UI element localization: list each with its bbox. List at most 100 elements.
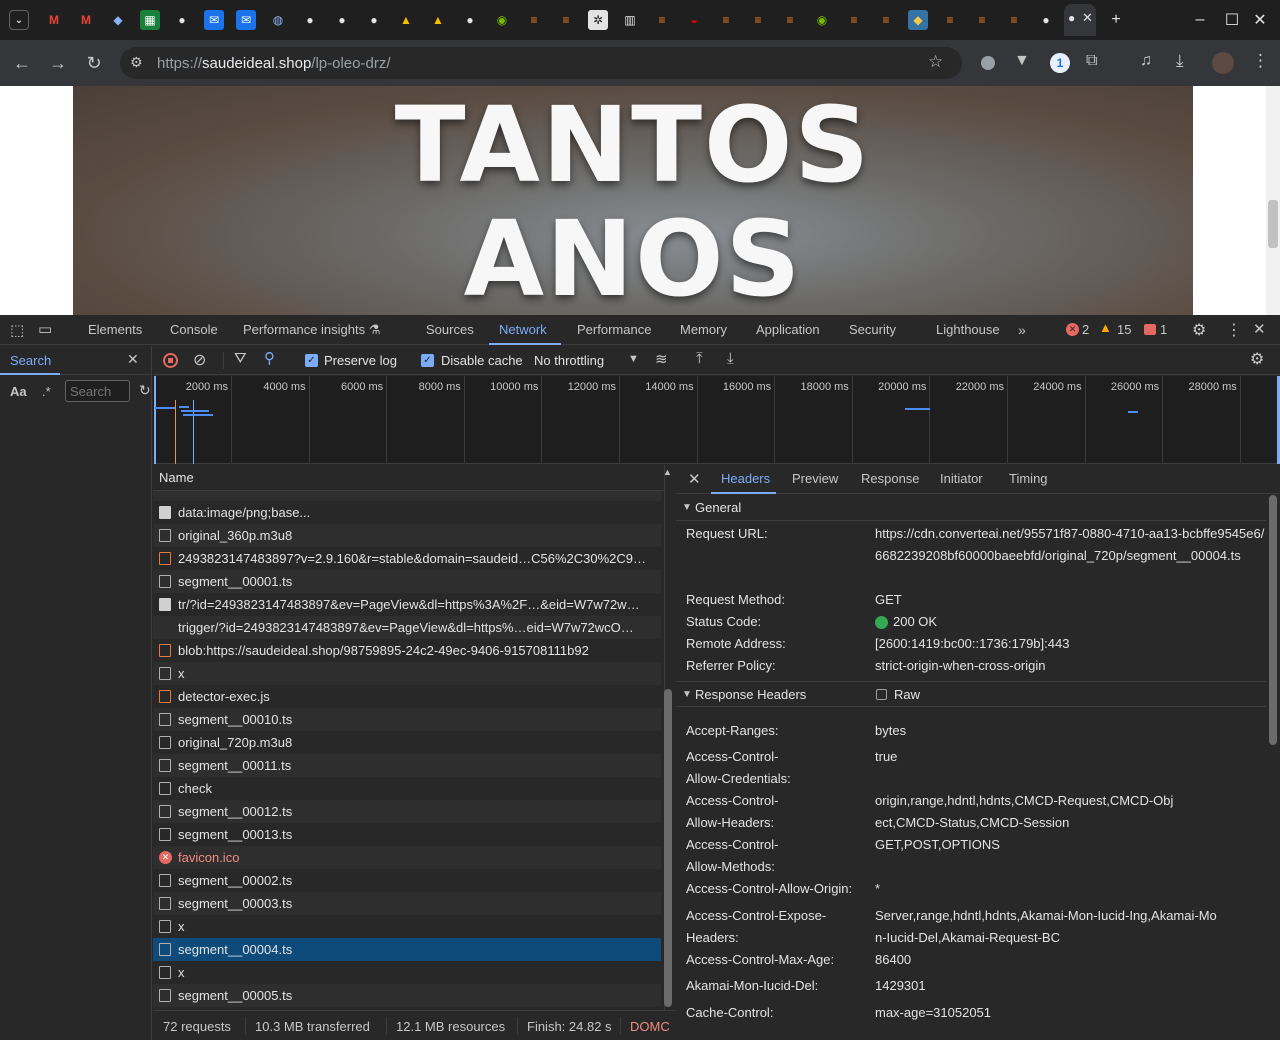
general-section-header[interactable]: ▼ General (676, 495, 1266, 521)
details-tab-timing[interactable]: Timing (1009, 471, 1048, 486)
throttling-select[interactable]: No throttling (534, 353, 604, 368)
chevron-down-icon[interactable]: ▼ (628, 353, 639, 365)
network-settings-icon[interactable]: ⚙ (1250, 349, 1264, 369)
request-row[interactable]: trigger/?id=2493823147483897&ev=PageView… (153, 616, 661, 639)
python-icon[interactable]: ◆ (908, 10, 928, 30)
stackoverflow-icon[interactable]: ≡ (652, 10, 672, 30)
clear-icon[interactable]: ⊘ (193, 350, 206, 370)
disable-cache-checkbox[interactable]: ✓ (421, 354, 434, 367)
reload-button[interactable]: ↻ (82, 51, 106, 75)
close-devtools-icon[interactable]: ✕ (1253, 320, 1266, 338)
browser-menu-icon[interactable]: ⋮ (1252, 51, 1269, 71)
network-conditions-icon[interactable]: ≋ (655, 350, 668, 368)
filter-icon[interactable]: ⛛ (234, 350, 247, 367)
password-manager-icon[interactable]: 1 (1050, 53, 1070, 73)
request-row[interactable]: segment__00010.ts (153, 708, 661, 731)
stackoverflow-icon[interactable]: ≡ (1004, 10, 1024, 30)
devtools-tab-lighthouse[interactable]: Lighthouse (936, 322, 1000, 337)
issues-count[interactable]: 1 (1160, 322, 1167, 337)
stackoverflow-icon[interactable]: ≡ (556, 10, 576, 30)
import-har-icon[interactable]: ⤒ (696, 350, 703, 367)
details-tab-preview[interactable]: Preview (792, 471, 838, 486)
close-window-button[interactable]: ✕ (1248, 8, 1272, 32)
github-icon[interactable]: ● (1036, 10, 1056, 30)
request-row[interactable]: segment__00005.ts (153, 984, 661, 1007)
request-row[interactable]: x (153, 662, 661, 685)
devtools-menu-icon[interactable]: ⋮ (1226, 320, 1242, 340)
gmail-icon[interactable]: M (76, 10, 96, 30)
disable-cache-label[interactable]: Disable cache (441, 353, 523, 368)
search-tab-label[interactable]: Search (10, 353, 51, 368)
tab-search-button[interactable]: ⌄ (9, 10, 29, 30)
response-headers-section-header[interactable]: ▼ Response Headers Raw (676, 681, 1266, 707)
active-tab[interactable]: ● ✕ (1064, 4, 1096, 36)
request-row[interactable]: x (153, 915, 661, 938)
warning-count[interactable]: 15 (1117, 322, 1131, 337)
raw-label[interactable]: Raw (894, 682, 920, 708)
page-scrollbar-thumb[interactable] (1268, 200, 1278, 248)
preserve-log-label[interactable]: Preserve log (324, 353, 397, 368)
request-row[interactable]: x (153, 961, 661, 984)
close-details-icon[interactable]: ✕ (688, 470, 701, 488)
profile-avatar[interactable] (1212, 52, 1234, 74)
stackoverflow-icon[interactable]: ≡ (844, 10, 864, 30)
chat-icon[interactable]: ✉ (236, 10, 256, 30)
request-row[interactable]: check (153, 777, 661, 800)
github-icon[interactable]: ● (172, 10, 192, 30)
sheets-icon[interactable]: ▦ (140, 10, 160, 30)
back-button[interactable]: ← (10, 51, 34, 75)
site-info-icon[interactable]: ⚙ (130, 54, 143, 71)
drive-icon[interactable]: ▲ (396, 10, 416, 30)
nvidia-icon[interactable]: ◉ (812, 10, 832, 30)
settings-gear-icon[interactable]: ⚙ (1192, 320, 1206, 340)
forward-button[interactable]: → (46, 51, 70, 75)
export-har-icon[interactable]: ⤓ (727, 350, 734, 367)
stackoverflow-icon[interactable]: ≡ (972, 10, 992, 30)
book-icon[interactable]: ▥ (620, 10, 640, 30)
request-row[interactable]: ✕ favicon.ico (153, 846, 661, 869)
network-overview-timeline[interactable]: 2000 ms 4000 ms 6000 ms 8000 ms 10000 ms 1200… (153, 376, 1280, 464)
bookmark-star-icon[interactable]: ☆ (928, 52, 943, 72)
stackoverflow-icon[interactable]: ≡ (940, 10, 960, 30)
refresh-search-icon[interactable]: ↻ (139, 382, 151, 399)
devtools-tab-elements[interactable]: Elements (88, 322, 142, 337)
maximize-button[interactable]: ☐ (1220, 8, 1244, 32)
close-search-icon[interactable]: ✕ (127, 351, 139, 368)
github-icon[interactable]: ● (460, 10, 480, 30)
devtools-tab-memory[interactable]: Memory (680, 322, 727, 337)
media-controls-icon[interactable]: ♫ (1140, 52, 1152, 70)
devtools-tab-sources[interactable]: Sources (426, 322, 474, 337)
github-icon[interactable]: ● (332, 10, 352, 30)
request-row[interactable]: tr/?id=2493823147483897&ev=PageView&dl=h… (153, 593, 661, 616)
redhat-icon[interactable]: ◒ (684, 10, 704, 30)
database-icon[interactable]: ◍ (268, 10, 288, 30)
hero-video[interactable]: TANTOS ANOS (73, 86, 1193, 315)
stackoverflow-icon[interactable]: ≡ (716, 10, 736, 30)
preserve-log-checkbox[interactable]: ✓ (305, 354, 318, 367)
request-row[interactable]: segment__00002.ts (153, 869, 661, 892)
search-network-icon[interactable]: ⚲ (264, 349, 275, 367)
drive-icon[interactable]: ▲ (428, 10, 448, 30)
error-count[interactable]: 2 (1082, 322, 1089, 337)
devtools-tab-security[interactable]: Security (849, 322, 896, 337)
github-icon[interactable]: ● (364, 10, 384, 30)
search-input[interactable] (65, 380, 130, 402)
devtools-tab-console[interactable]: Console (170, 322, 218, 337)
more-tabs-icon[interactable]: » (1018, 322, 1026, 338)
request-row[interactable]: segment__00001.ts (153, 570, 661, 593)
openai-icon[interactable]: ✲ (588, 10, 608, 30)
chat-icon[interactable]: ✉ (204, 10, 224, 30)
device-toolbar-icon[interactable]: ▭ (38, 320, 52, 338)
request-row[interactable]: blob:https://saudeideal.shop/98759895-24… (153, 639, 661, 662)
stackoverflow-icon[interactable]: ≡ (780, 10, 800, 30)
details-tab-response[interactable]: Response (861, 471, 920, 486)
request-list-scrollbar[interactable] (664, 499, 672, 1009)
stackoverflow-icon[interactable]: ≡ (524, 10, 544, 30)
minimize-button[interactable]: – (1188, 8, 1212, 32)
request-row[interactable]: segment__00004.ts (153, 938, 661, 961)
stackoverflow-icon[interactable]: ≡ (876, 10, 896, 30)
devtools-tab-application[interactable]: Application (756, 322, 820, 337)
nvidia-icon[interactable]: ◉ (492, 10, 512, 30)
devtools-tab-network[interactable]: Network (499, 322, 547, 337)
request-row[interactable]: data:image/png;base... (153, 501, 661, 524)
